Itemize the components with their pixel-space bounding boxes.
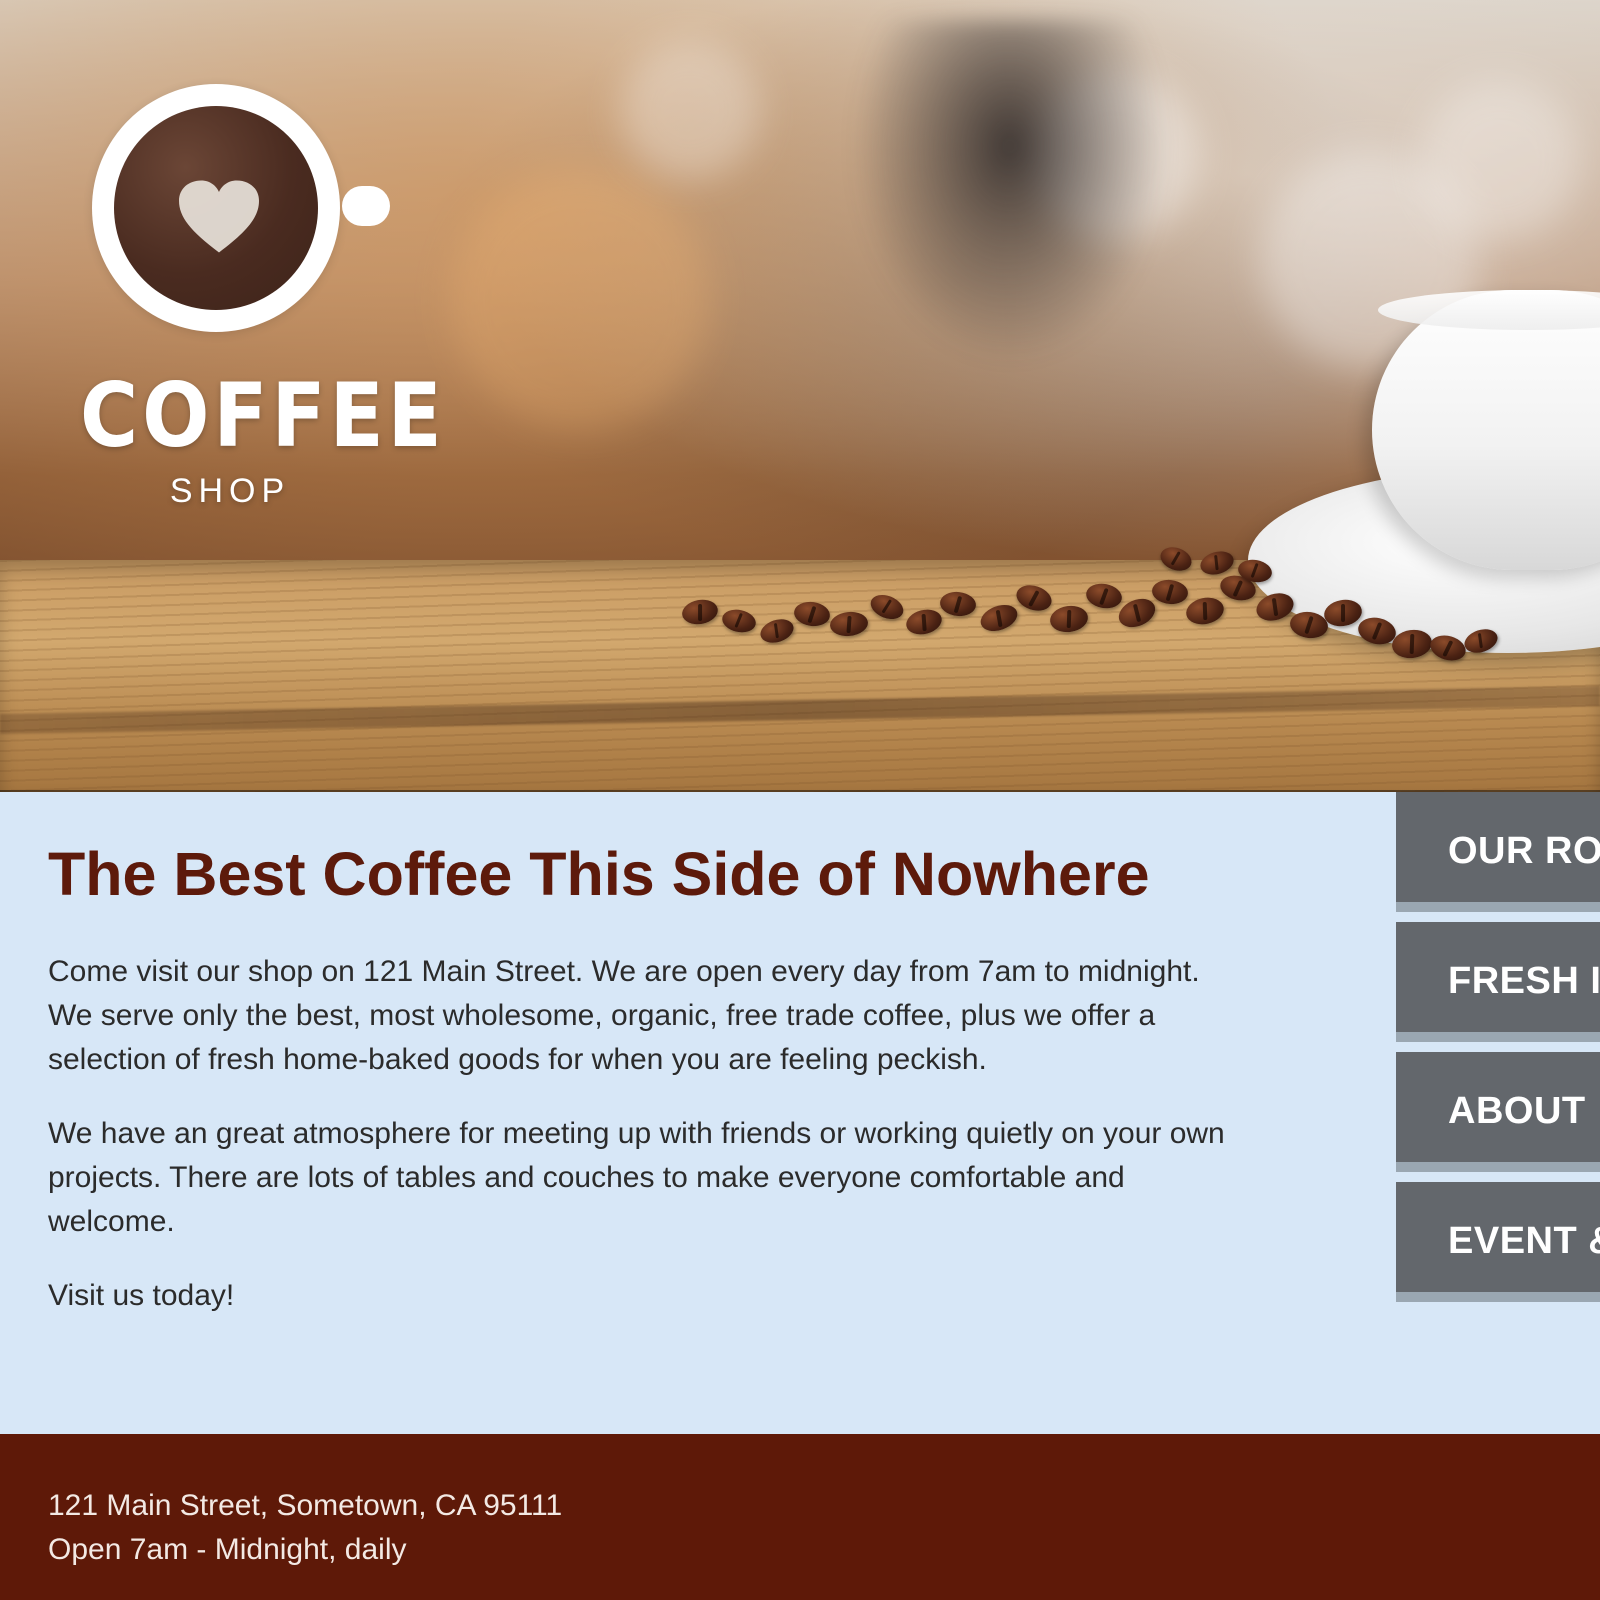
nav-item-label: OUR RO (1448, 830, 1600, 872)
coffee-bean (1013, 581, 1055, 615)
hero-divider (0, 790, 1600, 792)
coffee-bean (757, 615, 797, 647)
atmosphere-paragraph: We have an great atmosphere for meeting … (48, 1117, 1225, 1239)
nav-item-our-roast[interactable]: OUR RO (1396, 792, 1600, 912)
logo-subtitle: SHOP (169, 472, 291, 510)
coffee-bean (1197, 547, 1237, 579)
coffee-bean (680, 597, 720, 627)
heart-icon (179, 180, 259, 253)
coffee-bean (1390, 627, 1434, 661)
coffee-bean (792, 599, 832, 629)
footer-hours: Open 7am - Midnight, daily (48, 1533, 407, 1566)
hero-banner: COFFEE SHOP (0, 0, 1600, 792)
coffee-shop-logo: COFFEE SHOP (70, 78, 446, 528)
logo-cup-handle (342, 186, 390, 226)
coffee-bean (1427, 631, 1469, 665)
coffee-bean (1461, 625, 1501, 657)
right-navigation: OUR RO FRESH I ABOUT EVENT & (1396, 792, 1600, 1314)
coffee-bean (1183, 594, 1227, 628)
coffee-bean (828, 610, 870, 638)
intro-paragraph: Come visit our shop on 121 Main Street. … (48, 955, 1200, 1077)
nav-item-label: EVENT & (1448, 1220, 1600, 1262)
call-to-action: Visit us today! (48, 1279, 235, 1313)
nav-item-about[interactable]: ABOUT (1396, 1052, 1600, 1172)
coffee-bean (977, 600, 1021, 636)
nav-item-events[interactable]: EVENT & (1396, 1182, 1600, 1302)
coffee-bean (1150, 578, 1190, 606)
coffee-bean (720, 606, 758, 636)
footer-address: 121 Main Street, Sometown, CA 95111 (48, 1489, 563, 1522)
site-footer: 121 Main Street, Sometown, CA 95111 Open… (0, 1434, 1600, 1600)
nav-item-label: ABOUT (1448, 1090, 1586, 1132)
coffee-bean (1322, 596, 1364, 630)
coffee-bean (938, 590, 978, 618)
coffee-bean (1084, 581, 1124, 611)
nav-item-fresh[interactable]: FRESH I (1396, 922, 1600, 1042)
page-title: The Best Coffee This Side of Nowhere (48, 840, 1150, 908)
nav-item-label: FRESH I (1448, 960, 1600, 1002)
logo-title: COFFEE (80, 364, 446, 467)
coffee-bean (903, 606, 945, 638)
coffee-bean (1048, 603, 1090, 635)
main-content: The Best Coffee This Side of Nowhere Com… (48, 842, 1238, 1318)
coffee-bean (1157, 543, 1195, 575)
coffee-bean (867, 590, 907, 624)
